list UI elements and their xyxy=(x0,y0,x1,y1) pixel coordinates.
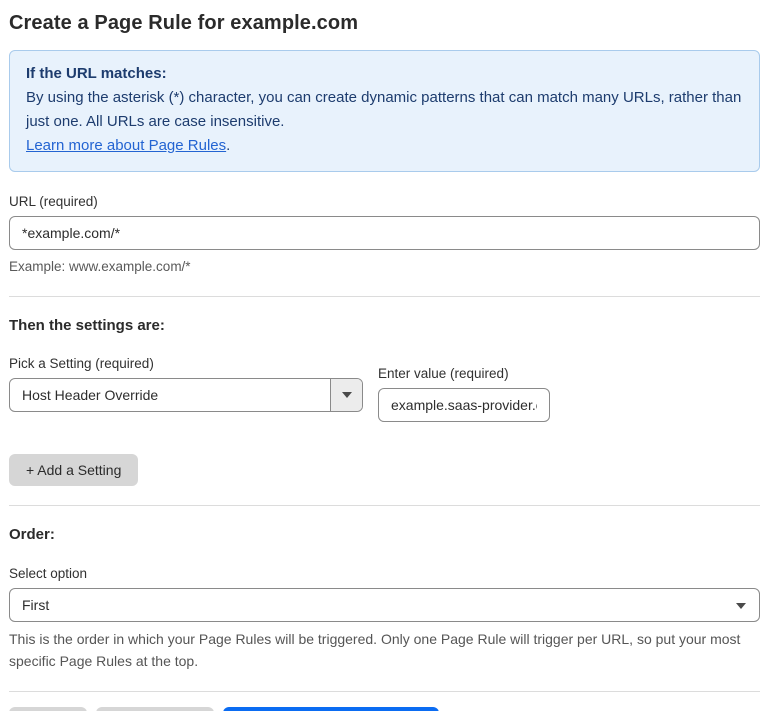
settings-section-heading: Then the settings are: xyxy=(9,317,165,334)
settings-row: Pick a Setting (required) Host Header Ov… xyxy=(9,356,760,422)
add-setting-button[interactable]: + Add a Setting xyxy=(9,454,139,486)
learn-more-link[interactable]: Learn more about Page Rules xyxy=(26,137,226,154)
setting-select-arrow-button[interactable] xyxy=(330,379,362,411)
chevron-down-icon xyxy=(341,392,352,398)
save-and-deploy-button[interactable]: Save and Deploy Page Rule xyxy=(223,707,440,711)
order-section-heading: Order: xyxy=(9,526,55,543)
order-select-value: First xyxy=(22,597,50,613)
order-select-label: Select option xyxy=(9,566,88,581)
chevron-down-icon xyxy=(736,603,746,609)
setting-value-group: Enter value (required) xyxy=(378,366,550,422)
setting-value-label: Enter value (required) xyxy=(378,366,509,381)
setting-select-value: Host Header Override xyxy=(22,387,159,403)
setting-value-input[interactable] xyxy=(378,388,550,422)
info-box-heading: If the URL matches: xyxy=(26,65,167,82)
page-title: Create a Page Rule for example.com xyxy=(9,12,359,34)
order-section: Order: Select option First This is the o… xyxy=(9,526,760,672)
link-period: . xyxy=(226,137,231,154)
setting-picker-group: Pick a Setting (required) Host Header Ov… xyxy=(9,356,363,412)
info-box-body: By using the asterisk (*) character, you… xyxy=(26,89,742,130)
divider-2 xyxy=(9,505,760,506)
url-field-label: URL (required) xyxy=(9,194,98,209)
order-select[interactable]: First xyxy=(9,588,760,622)
url-input[interactable] xyxy=(9,216,760,250)
page-rule-form: Create a Page Rule for example.com If th… xyxy=(0,0,772,711)
footer-actions: Cancel Save as Draft Save and Deploy Pag… xyxy=(9,707,760,711)
url-helper-text: Example: www.example.com/* xyxy=(9,259,191,274)
setting-picker-label: Pick a Setting (required) xyxy=(9,356,154,371)
order-helper-text: This is the order in which your Page Rul… xyxy=(9,631,741,669)
cancel-button[interactable]: Cancel xyxy=(9,707,87,711)
save-as-draft-button[interactable]: Save as Draft xyxy=(95,707,215,711)
divider-3 xyxy=(9,691,760,692)
divider-1 xyxy=(9,296,760,297)
url-match-info-box: If the URL matches: By using the asteris… xyxy=(9,50,760,172)
setting-select[interactable]: Host Header Override xyxy=(9,378,363,412)
info-box-link-line: Learn more about Page Rules. xyxy=(26,134,743,158)
